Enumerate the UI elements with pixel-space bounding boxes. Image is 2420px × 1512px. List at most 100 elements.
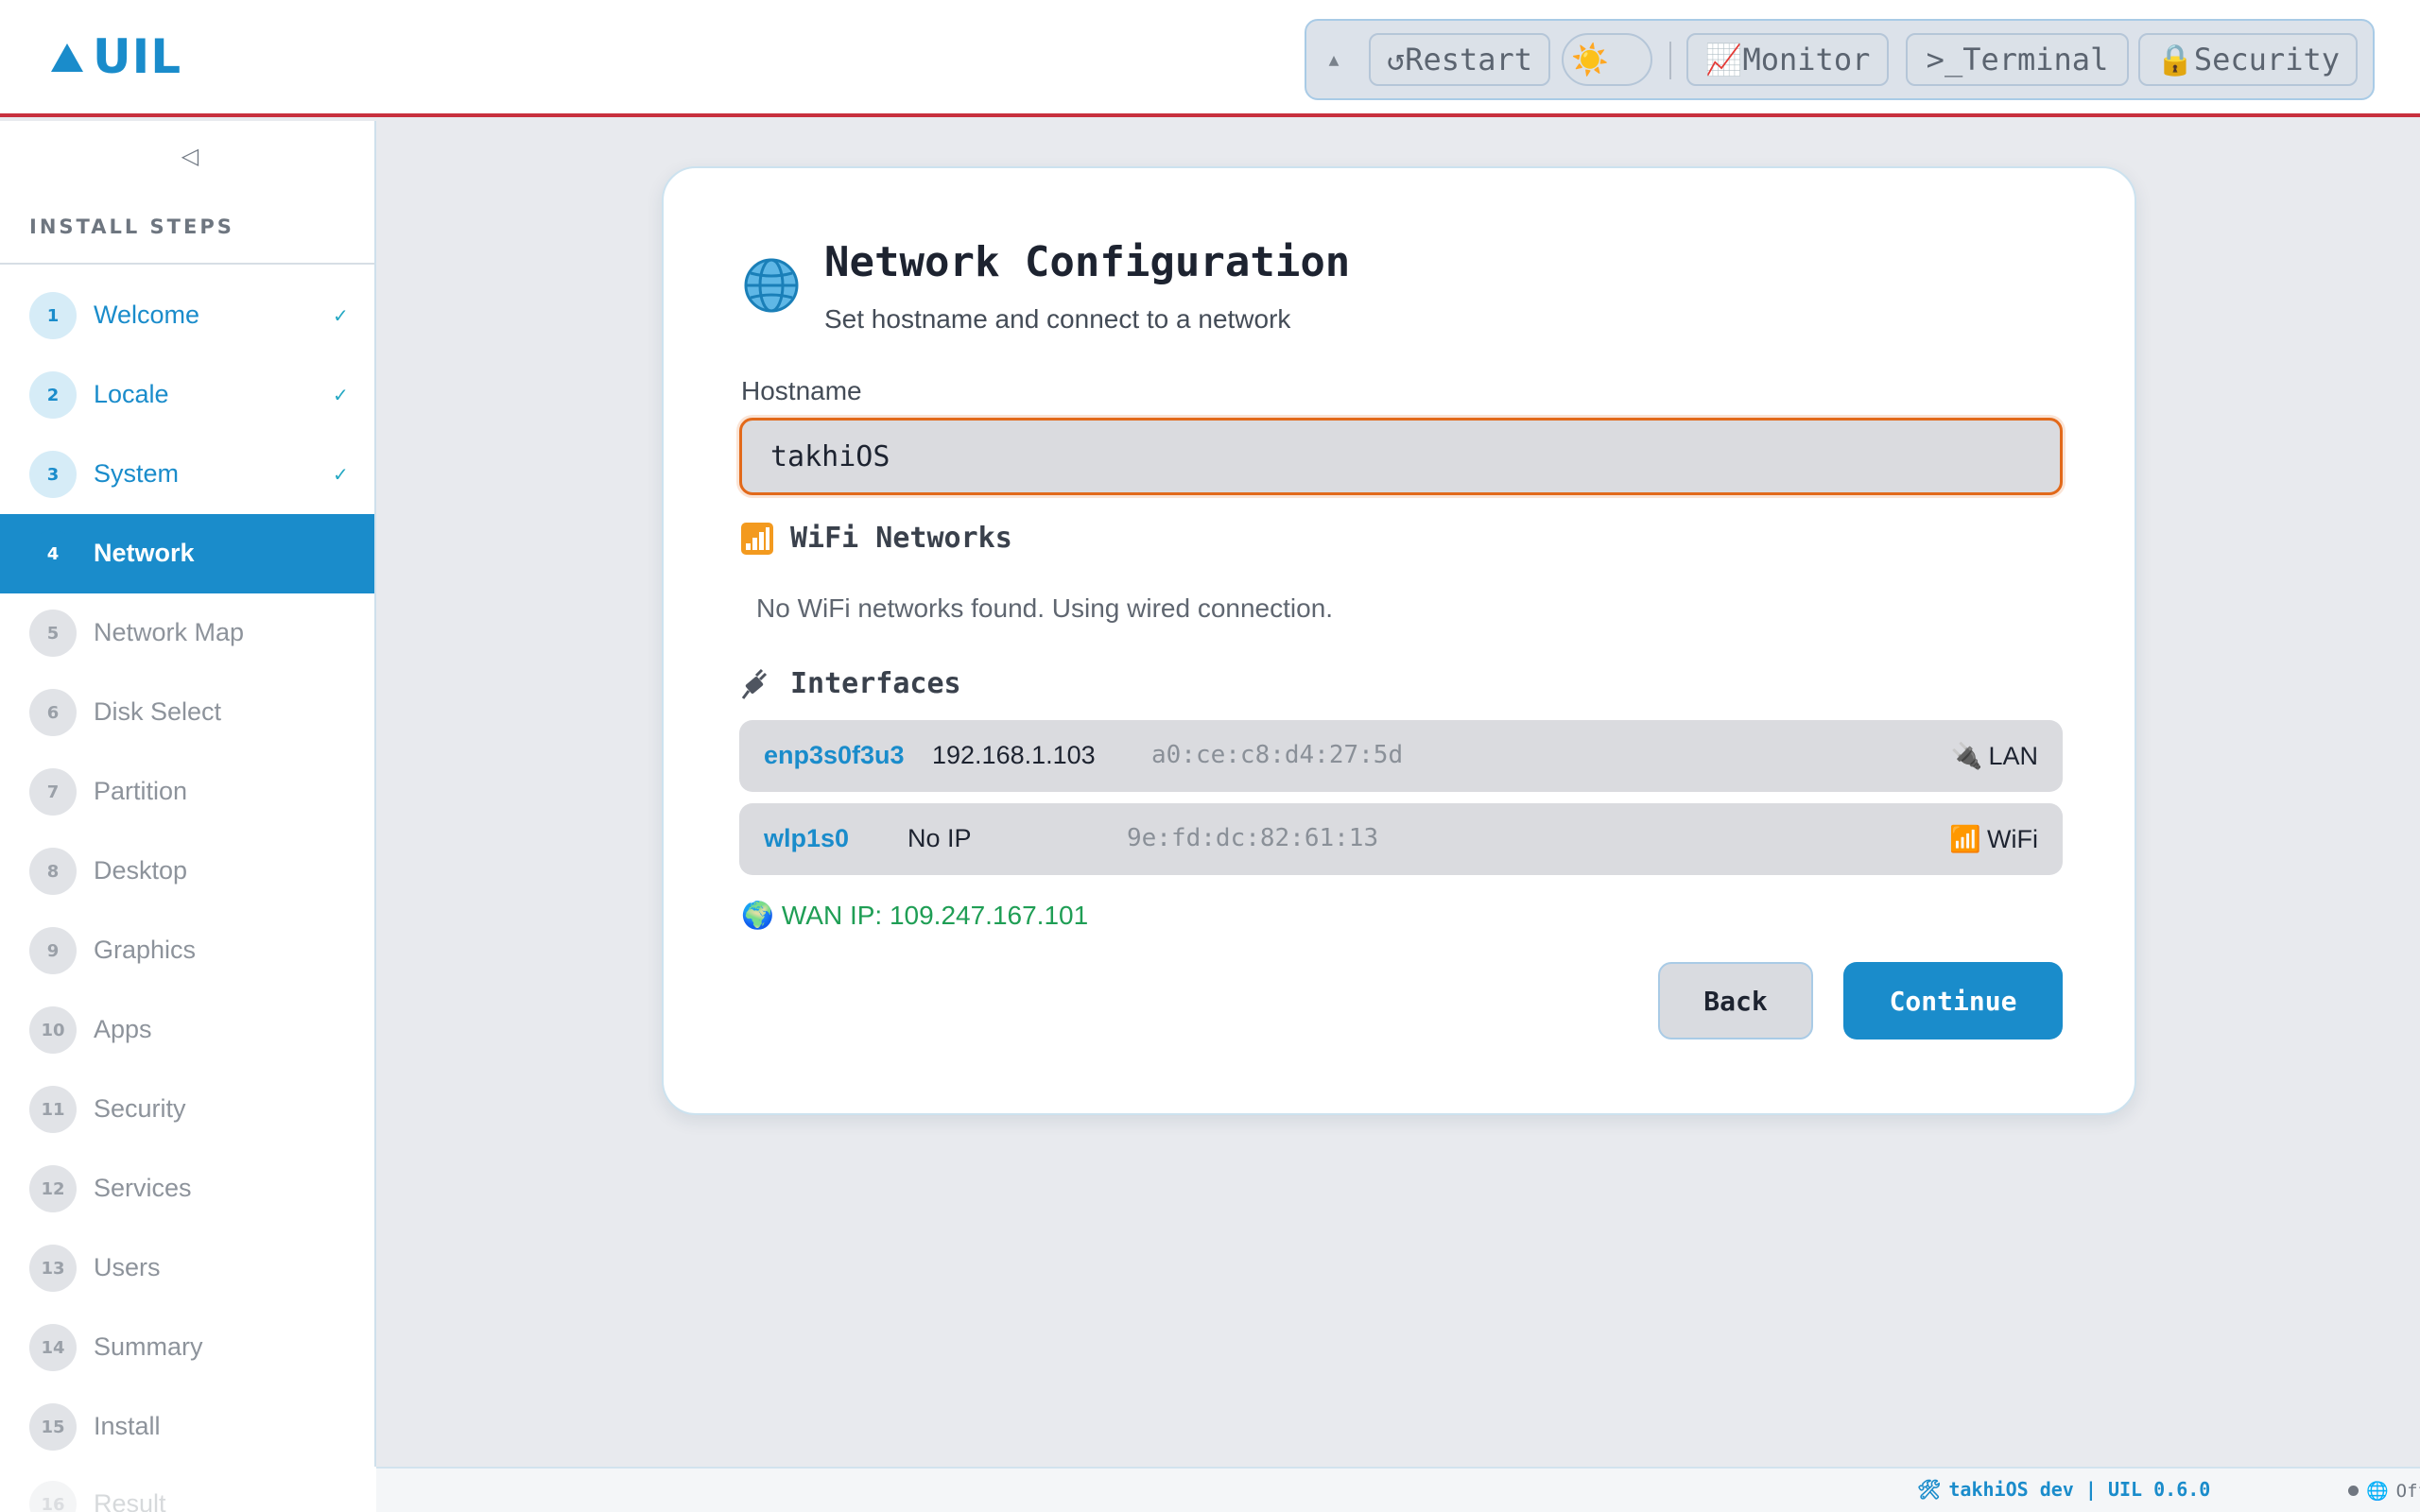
hostname-label: Hostname [741, 376, 862, 405]
sidebar-step-services[interactable]: 12 Services [0, 1149, 374, 1228]
wan-ip-text: WAN IP: 109.247.167.101 [781, 900, 1089, 930]
tools-icon: 🛠 [1917, 1478, 1942, 1501]
step-label: Install [94, 1412, 161, 1440]
step-label: Result [94, 1489, 166, 1512]
toolbar-divider [1669, 42, 1671, 79]
sidebar-step-apps[interactable]: 10 Apps [0, 990, 374, 1070]
step-label: Locale [94, 380, 169, 408]
sidebar-collapse-icon[interactable]: ◁ [176, 142, 204, 170]
step-number: 10 [29, 1006, 77, 1054]
check-icon: ✓ [333, 304, 349, 327]
interface-mac: 9e:fd:dc:82:61:13 [1127, 824, 1379, 852]
step-label: Users [94, 1253, 161, 1281]
interface-ip: No IP [908, 824, 972, 852]
sidebar-step-users[interactable]: 13 Users [0, 1228, 374, 1308]
interface-name: enp3s0f3u3 [764, 741, 905, 769]
monitor-button[interactable]: 📈Monitor [1686, 33, 1889, 86]
step-label: Security [94, 1094, 186, 1123]
step-number: 14 [29, 1324, 77, 1371]
hostname-input[interactable] [739, 418, 2063, 495]
step-label: Desktop [94, 856, 188, 885]
sidebar-step-network-map[interactable]: 5 Network Map [0, 593, 374, 673]
wifi-signal-icon: 📶 [1949, 825, 1982, 853]
step-number: 5 [29, 610, 77, 657]
sidebar-step-system[interactable]: 3 System ✓ [0, 435, 374, 514]
connection-status-text: Offline [2395, 1480, 2420, 1502]
interface-name: wlp1s0 [764, 824, 850, 852]
sidebar-step-welcome[interactable]: 1 Welcome ✓ [0, 276, 374, 355]
network-globe-icon: 🌐 [2366, 1481, 2389, 1502]
sidebar-step-desktop[interactable]: 8 Desktop [0, 832, 374, 911]
restart-button[interactable]: ↺Restart [1369, 33, 1550, 86]
steps-heading: INSTALL STEPS [29, 215, 234, 238]
wan-ip: 🌍 WAN IP: 109.247.167.101 [741, 900, 1088, 931]
wifi-section-label: WiFi Networks [790, 522, 1012, 555]
step-number: 11 [29, 1086, 77, 1133]
interface-ip: 192.168.1.103 [932, 741, 1096, 769]
continue-button[interactable]: Continue [1843, 962, 2063, 1040]
sidebar: ◁ INSTALL STEPS 1 Welcome ✓ 2 Locale ✓ 3 System… [0, 121, 376, 1467]
step-label: Network Map [94, 618, 245, 646]
check-icon: ✓ [333, 384, 349, 406]
step-number: 1 [29, 292, 77, 339]
top-bar: UIL ▲ ↺Restart ☀️ 📈Monitor >_Terminal 🔒S… [0, 0, 2420, 117]
sidebar-step-disk-select[interactable]: 6 Disk Select [0, 673, 374, 752]
sidebar-step-summary[interactable]: 14 Summary [0, 1308, 374, 1387]
step-number: 3 [29, 451, 77, 498]
wifi-section-title: WiFi Networks [741, 522, 1012, 555]
steps-list: 1 Welcome ✓ 2 Locale ✓ 3 System ✓ 4 Network 5 Networ… [0, 276, 374, 1467]
step-label: Services [94, 1174, 192, 1202]
steps-divider [0, 263, 374, 265]
terminal-button[interactable]: >_Terminal [1906, 33, 2129, 86]
interfaces-section-label: Interfaces [790, 667, 961, 700]
sidebar-step-install[interactable]: 15 Install [0, 1387, 374, 1467]
plug-icon [741, 668, 768, 699]
toolbar: ▲ ↺Restart ☀️ 📈Monitor >_Terminal 🔒Secur… [1305, 19, 2375, 100]
connection-status: 🌐 Offline [2348, 1480, 2420, 1502]
plug-icon: 🔌 [1950, 742, 1983, 770]
interface-type: 📶 WiFi [1949, 824, 2038, 854]
step-number: 16 [29, 1481, 77, 1512]
triangle-logo-icon [51, 43, 83, 72]
step-number: 2 [29, 371, 77, 419]
sidebar-step-partition[interactable]: 7 Partition [0, 752, 374, 832]
step-label: System [94, 459, 180, 488]
step-number: 4 [29, 530, 77, 577]
interface-row[interactable]: wlp1s0 No IP 9e:fd:dc:82:61:13 📶 WiFi [739, 803, 2063, 875]
no-wifi-message: No WiFi networks found. Using wired conn… [756, 593, 1334, 623]
step-number: 7 [29, 768, 77, 816]
brand-logo: UIL [51, 28, 182, 85]
interface-mac: a0:ce:c8:d4:27:5d [1151, 741, 1404, 769]
step-label: Apps [94, 1015, 152, 1043]
sidebar-step-locale[interactable]: 2 Locale ✓ [0, 355, 374, 435]
step-label: Partition [94, 777, 188, 805]
theme-toggle[interactable]: ☀️ [1562, 33, 1652, 86]
toolbar-collapse-icon[interactable]: ▲ [1327, 51, 1340, 70]
step-label: Network [94, 539, 195, 567]
security-button[interactable]: 🔒Security [2138, 33, 2358, 86]
interface-type-label: LAN [1988, 741, 2038, 770]
step-label: Summary [94, 1332, 203, 1361]
interface-type: 🔌 LAN [1951, 741, 2038, 771]
earth-icon: 🌍 [741, 901, 774, 930]
sun-icon: ☀️ [1571, 42, 1609, 77]
step-number: 15 [29, 1403, 77, 1451]
sidebar-step-graphics[interactable]: 9 Graphics [0, 911, 374, 990]
step-number: 6 [29, 689, 77, 736]
wifi-signal-icon [741, 522, 773, 555]
step-number: 9 [29, 927, 77, 974]
interface-row[interactable]: enp3s0f3u3 192.168.1.103 a0:ce:c8:d4:27:… [739, 720, 2063, 792]
sidebar-step-result[interactable]: 16 Result [0, 1467, 376, 1512]
status-dot-icon [2348, 1486, 2359, 1496]
page-title: Network Configuration [824, 238, 1351, 286]
check-icon: ✓ [333, 463, 349, 486]
interface-type-label: WiFi [1987, 824, 2038, 853]
build-info: 🛠 takhiOS dev | UIL 0.6.0 [1917, 1478, 2210, 1501]
sidebar-step-security[interactable]: 11 Security [0, 1070, 374, 1149]
status-bar: 🛠 takhiOS dev | UIL 0.6.0 🌐 Offline [376, 1467, 2420, 1512]
step-number: 8 [29, 848, 77, 895]
back-button[interactable]: Back [1658, 962, 1813, 1040]
sidebar-step-network[interactable]: 4 Network [0, 514, 374, 593]
brand-name: UIL [93, 29, 182, 84]
globe-icon [744, 258, 799, 313]
